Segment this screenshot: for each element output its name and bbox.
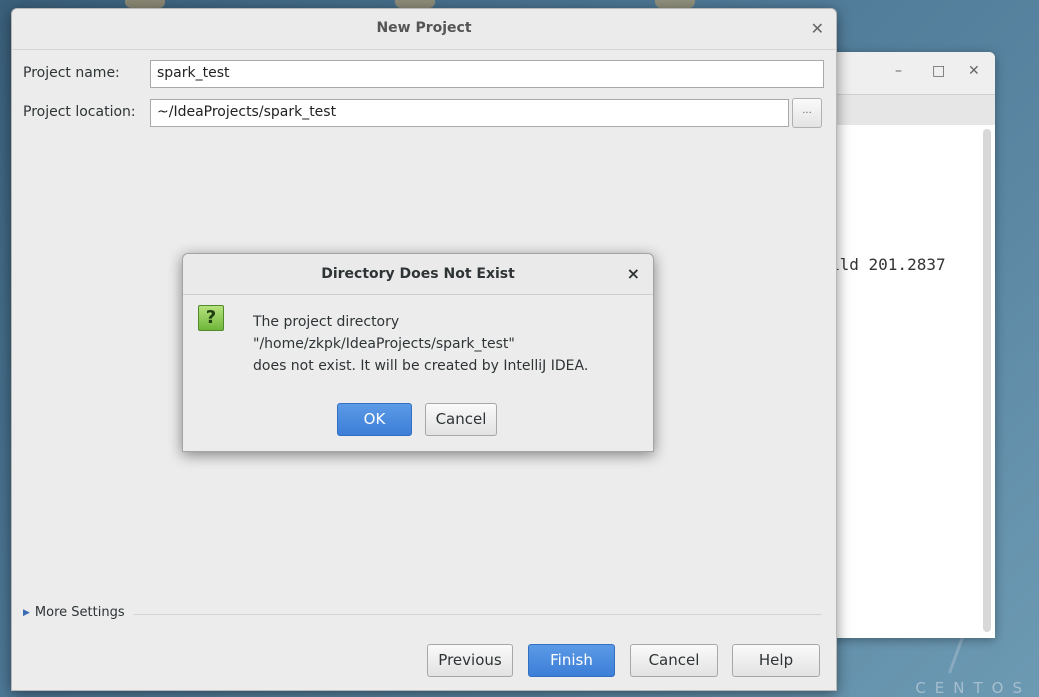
- more-settings-toggle[interactable]: ▶ More Settings: [23, 605, 125, 620]
- background-window-toolbar: [830, 95, 995, 126]
- more-settings-label: More Settings: [34, 605, 125, 620]
- expand-triangle-icon: ▶: [23, 607, 30, 618]
- minimize-icon[interactable]: –: [895, 63, 902, 79]
- browse-button[interactable]: ...: [792, 98, 822, 128]
- background-scrollbar[interactable]: [983, 129, 991, 632]
- ok-button[interactable]: OK: [337, 403, 412, 436]
- project-location-label: Project location:: [23, 104, 136, 120]
- modal-title: Directory Does Not Exist: [321, 266, 515, 282]
- directory-missing-modal: Directory Does Not Exist × ? The project…: [182, 253, 654, 452]
- finish-button[interactable]: Finish: [528, 644, 615, 677]
- modal-message: The project directory "/home/zkpk/IdeaPr…: [253, 311, 588, 377]
- desktop-decoration: [655, 0, 695, 8]
- help-button[interactable]: Help: [732, 644, 820, 677]
- background-window-titlebar[interactable]: – □ ✕: [830, 52, 995, 95]
- close-icon[interactable]: ×: [627, 264, 640, 283]
- project-name-row: Project name:: [23, 65, 120, 81]
- dialog-titlebar[interactable]: New Project ✕: [12, 9, 836, 50]
- close-icon[interactable]: ✕: [811, 19, 824, 38]
- message-line: does not exist. It will be created by In…: [253, 358, 589, 374]
- project-name-label: Project name:: [23, 65, 120, 81]
- message-path: "/home/zkpk/IdeaProjects/spark_test": [253, 336, 515, 352]
- previous-button[interactable]: Previous: [427, 644, 513, 677]
- close-icon[interactable]: ✕: [968, 63, 980, 79]
- dialog-title: New Project: [376, 20, 472, 36]
- desktop-watermark: CENTOS: [915, 679, 1031, 697]
- cancel-button[interactable]: Cancel: [630, 644, 718, 677]
- modal-titlebar[interactable]: Directory Does Not Exist ×: [183, 254, 653, 295]
- question-icon: ?: [198, 305, 224, 331]
- maximize-icon[interactable]: □: [932, 63, 945, 79]
- project-location-input[interactable]: ~/IdeaProjects/spark_test: [150, 99, 789, 127]
- background-build-text: ild 201.2837: [830, 255, 946, 274]
- background-window-content: ild 201.2837: [830, 125, 995, 638]
- project-name-input[interactable]: spark_test: [150, 60, 824, 88]
- project-location-row: Project location:: [23, 104, 136, 120]
- message-line: The project directory: [253, 314, 400, 330]
- modal-cancel-button[interactable]: Cancel: [425, 403, 497, 436]
- background-ide-window[interactable]: – □ ✕ ild 201.2837: [830, 52, 995, 638]
- more-settings-separator: [134, 614, 822, 615]
- desktop-decoration: [395, 0, 435, 8]
- desktop-decoration: [125, 0, 165, 8]
